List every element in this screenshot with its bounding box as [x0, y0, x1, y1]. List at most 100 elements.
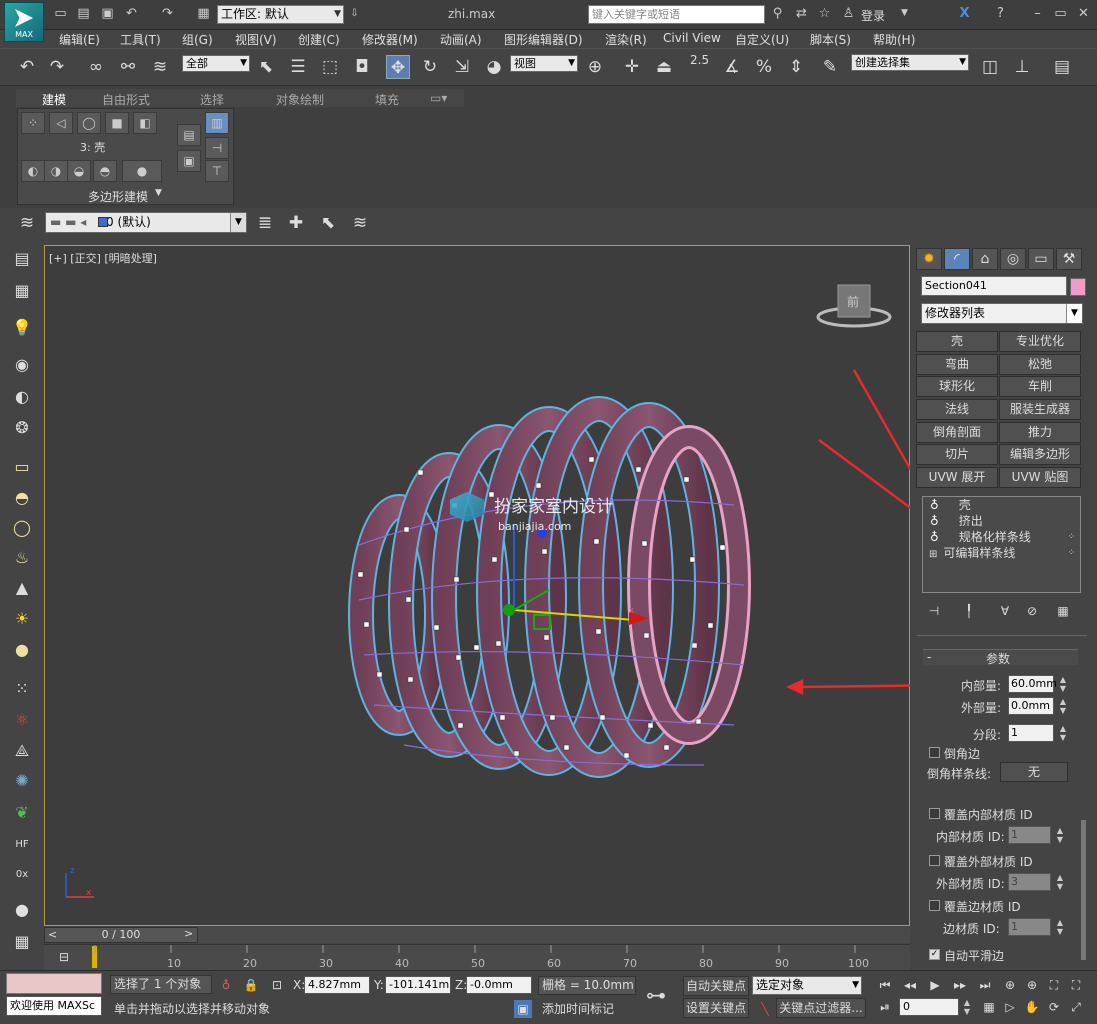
modifier-shell-button[interactable]: 壳: [916, 331, 998, 352]
window-crossing-icon[interactable]: ◘: [350, 55, 374, 79]
lightbulb-icon[interactable]: ♁: [930, 498, 939, 512]
expand-icon[interactable]: ⇩: [347, 6, 362, 21]
menu-animation[interactable]: 动画(A): [440, 31, 482, 48]
lightbulb-icon[interactable]: ♁: [930, 530, 939, 544]
ribbon-panel-label[interactable]: 多边形建模: [88, 188, 148, 205]
ox-brush-icon[interactable]: 0x: [10, 863, 34, 887]
menu-help[interactable]: 帮助(H): [873, 31, 915, 48]
named-selection-dropdown[interactable]: 创建选择集 ▼: [851, 54, 969, 71]
go-to-end-icon[interactable]: ⏭: [976, 976, 994, 994]
minimize-icon[interactable]: –: [1030, 6, 1045, 21]
menu-modifiers[interactable]: 修改器(M): [362, 31, 418, 48]
create-layer-icon[interactable]: ≣: [253, 211, 277, 235]
spinner-arrows-icon[interactable]: ▲ ▼: [1058, 697, 1068, 715]
tab-object-paint[interactable]: 对象绘制: [276, 91, 324, 108]
login-label[interactable]: 登录: [861, 7, 885, 24]
current-frame-field[interactable]: 0: [899, 998, 959, 1016]
override-edge-id-checkbox[interactable]: [929, 900, 940, 911]
menu-scripting[interactable]: 脚本(S): [810, 31, 851, 48]
cloth-icon[interactable]: ⟁: [10, 739, 34, 763]
search-input[interactable]: 键入关键字或短语: [588, 5, 765, 24]
viewcube-face[interactable]: 前: [847, 294, 859, 309]
layer-explorer-icon[interactable]: ▤: [1050, 55, 1074, 79]
sphere-icon[interactable]: ●: [10, 638, 34, 662]
slider-left-icon[interactable]: <: [48, 928, 57, 942]
expand-plus-icon[interactable]: ⊞: [929, 549, 937, 560]
key-filters-button[interactable]: 关键点过滤器...: [776, 998, 866, 1018]
mirror-icon[interactable]: ◫: [978, 55, 1002, 79]
inner-amount-spinner[interactable]: 60.0mm: [1008, 675, 1057, 693]
z-coordinate-field[interactable]: -0.0mm: [466, 976, 532, 994]
binoculars-icon[interactable]: ⚲: [770, 6, 785, 21]
cone-icon[interactable]: ▲: [10, 576, 34, 600]
absolute-mode-icon[interactable]: ⊡: [268, 976, 286, 994]
display-tab-icon[interactable]: ▭: [1028, 248, 1054, 270]
redo-icon[interactable]: ↷: [45, 55, 69, 79]
pin-stack-icon[interactable]: ⊣: [205, 137, 229, 159]
edit-named-selection-icon[interactable]: ✎: [818, 55, 842, 79]
element-icon[interactable]: ◧: [133, 112, 157, 134]
lightbulb-icon[interactable]: ♁: [930, 514, 939, 528]
hair-fur-icon[interactable]: HF: [10, 833, 34, 857]
undo-icon[interactable]: ↶: [15, 55, 39, 79]
zoom-extents-all-icon[interactable]: ⛶: [1067, 976, 1085, 994]
zoom-extents-icon[interactable]: ⛶: [1045, 976, 1063, 994]
time-slider[interactable]: <0 / 100: [44, 927, 198, 943]
select-by-name-icon[interactable]: ☰: [286, 55, 310, 79]
stack-item-editable-spline[interactable]: ⊞ 可编辑样条线 ⁘: [925, 546, 1079, 561]
menu-view[interactable]: 视图(V): [235, 31, 277, 48]
time-tag-icon[interactable]: ▣: [514, 1000, 532, 1018]
motion-tab-icon[interactable]: ◎: [1000, 248, 1026, 270]
override-outer-id-checkbox[interactable]: [929, 855, 940, 866]
chevron-down-icon[interactable]: ▼: [155, 188, 162, 198]
create-tab-icon[interactable]: ✹: [916, 248, 942, 270]
unlink-icon[interactable]: ⚯: [116, 55, 140, 79]
close-icon[interactable]: ✕: [1076, 6, 1091, 21]
pin-stack-icon[interactable]: ⊣: [925, 602, 943, 620]
menu-rendering[interactable]: 渲染(R): [605, 31, 647, 48]
restore-icon[interactable]: ▭: [1053, 6, 1068, 21]
link-icon[interactable]: ∞: [84, 55, 108, 79]
segments-spinner[interactable]: 1: [1008, 724, 1054, 742]
modifier-bevel-profile-button[interactable]: 倒角剖面: [916, 422, 998, 443]
spinner-arrows-icon[interactable]: ▲ ▼: [1058, 675, 1068, 693]
project-folder-icon[interactable]: ▦: [196, 6, 211, 21]
tab-modeling[interactable]: 建模: [42, 91, 66, 108]
angle-snap-icon[interactable]: ∡: [720, 55, 744, 79]
modifier-cloth-generator-button[interactable]: 服装生成器: [999, 399, 1081, 420]
go-to-start-icon[interactable]: ⏮: [876, 976, 894, 994]
align-icon[interactable]: ⊥: [1010, 55, 1034, 79]
place-object-icon[interactable]: ◕: [482, 55, 506, 79]
percent-snap-icon[interactable]: %: [752, 55, 776, 79]
material-editor-icon[interactable]: ❂: [10, 416, 34, 440]
spinner-arrows-icon[interactable]: ▲ ▼: [1055, 826, 1065, 844]
hierarchy-tab-icon[interactable]: ⌂: [972, 248, 998, 270]
modifier-push-button[interactable]: 推力: [999, 422, 1081, 443]
outer-amount-spinner[interactable]: 0.0mm: [1008, 697, 1054, 715]
bevel-spline-button[interactable]: 无: [1000, 762, 1068, 782]
menu-civil-view[interactable]: Civil View: [663, 31, 721, 45]
selection-filter-dropdown[interactable]: 全部 ▼: [182, 55, 250, 72]
use-stack-selection-icon[interactable]: ▥: [205, 112, 229, 134]
user-icon[interactable]: ♙: [841, 6, 856, 21]
tab-freeform[interactable]: 自由形式: [102, 91, 150, 108]
remove-modifier-icon[interactable]: ⊘: [1023, 602, 1041, 620]
favorites-star-icon[interactable]: ☆: [817, 6, 832, 21]
image-viewer-icon[interactable]: ▦: [10, 930, 34, 954]
scene-explorer-icon[interactable]: ▤: [10, 247, 34, 271]
subscription-icon[interactable]: ⇄: [794, 6, 809, 21]
object-name-field[interactable]: Section041: [921, 276, 1067, 296]
stack-item-normalize-spline[interactable]: ♁ 规格化样条线 ⁘: [925, 530, 1079, 545]
menu-create[interactable]: 创建(C): [298, 31, 340, 48]
new-file-icon[interactable]: ▭: [53, 6, 68, 21]
exchange-apps-icon[interactable]: X: [957, 6, 972, 21]
modifier-relax-button[interactable]: 松弛: [999, 354, 1081, 375]
edge-id-spinner[interactable]: 1: [1008, 918, 1051, 936]
sun-icon[interactable]: ☀: [10, 607, 34, 631]
workspace-dropdown[interactable]: 工作区: 默认 ▼: [217, 5, 344, 24]
time-config-icon[interactable]: ▦: [980, 998, 998, 1016]
spinner-arrows-icon[interactable]: ▲ ▼: [1058, 724, 1068, 742]
pivot-center-icon[interactable]: ⊕: [583, 55, 607, 79]
vertex-icon[interactable]: ⁘: [21, 112, 45, 134]
preview-selection-icon[interactable]: ◒: [67, 160, 91, 182]
